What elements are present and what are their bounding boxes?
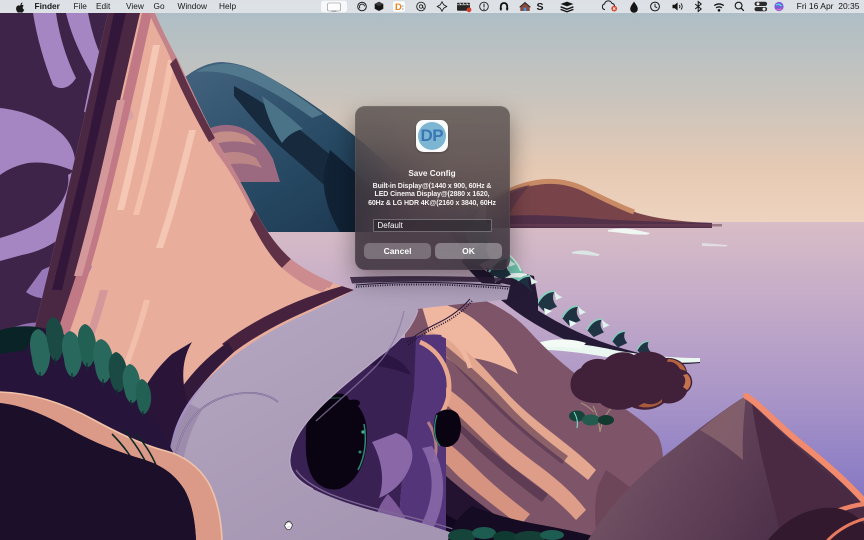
svg-text:S: S xyxy=(537,1,544,13)
svg-text::: : xyxy=(402,5,404,12)
